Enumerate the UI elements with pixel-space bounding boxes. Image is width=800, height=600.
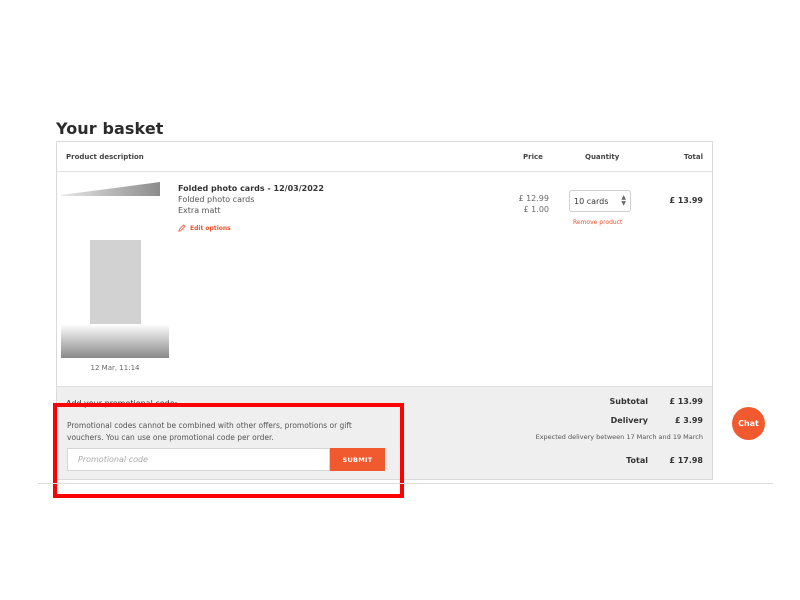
up-down-arrows-icon: ▲ ▼ (621, 194, 626, 207)
delivery-note: Expected delivery between 17 March and 1… (535, 433, 703, 441)
subtotal-value: £ 13.99 (669, 397, 703, 406)
promo-note: Promotional codes cannot be combined wit… (67, 421, 352, 442)
page-title: Your basket (56, 119, 164, 138)
header-product-description: Product description (66, 153, 144, 161)
divider (38, 483, 773, 484)
summary-area: Add your promotional code: Promotional c… (57, 386, 712, 479)
total-label: Total (626, 456, 648, 465)
product-info: Folded photo cards - 12/03/2022 Folded p… (178, 183, 324, 232)
extra-price: £ 1.00 (523, 205, 549, 214)
header-total: Total (683, 153, 703, 161)
product-finish: Extra matt (178, 206, 221, 215)
pencil-icon (178, 224, 186, 232)
delivery-label: Delivery (610, 416, 648, 425)
remove-product-link[interactable]: Remove product (573, 219, 622, 226)
total-value: £ 17.98 (669, 456, 703, 465)
product-type: Folded photo cards (178, 195, 255, 204)
quantity-value: 10 cards (574, 196, 609, 206)
card-shadow (61, 324, 169, 491)
unit-price: £ 12.99 (518, 194, 549, 203)
basket-table: Product description Price Quantity Total… (56, 141, 713, 491)
thumbnail-date: 12 Mar, 11:14 (90, 364, 140, 372)
table-header: Product description Price Quantity Total (57, 142, 712, 172)
promo-heading: Add your promotional code: (66, 399, 178, 408)
edit-options-link[interactable]: Edit options (178, 224, 324, 232)
delivery-value: £ 3.99 (674, 416, 703, 425)
product-row: 12 Mar, 11:14 Folded photo cards - 12/03… (57, 173, 712, 491)
card-top-thumbnail (61, 182, 160, 196)
row-total: £ 13.99 (669, 196, 703, 205)
product-prices: £ 12.99 £ 1.00 (509, 193, 549, 215)
card-thumbnail (90, 240, 141, 324)
header-price: Price (523, 153, 543, 161)
promo-code-input[interactable]: Promotional code (67, 448, 330, 471)
subtotal-label: Subtotal (609, 397, 648, 406)
chat-button[interactable]: Chat (732, 407, 765, 440)
edit-options-label: Edit options (190, 224, 231, 232)
header-quantity: Quantity (585, 153, 620, 161)
quantity-select[interactable]: 10 cards ▲ ▼ (569, 190, 631, 212)
product-title: Folded photo cards - 12/03/2022 (178, 184, 324, 193)
submit-button[interactable]: SUBMIT (330, 448, 385, 471)
